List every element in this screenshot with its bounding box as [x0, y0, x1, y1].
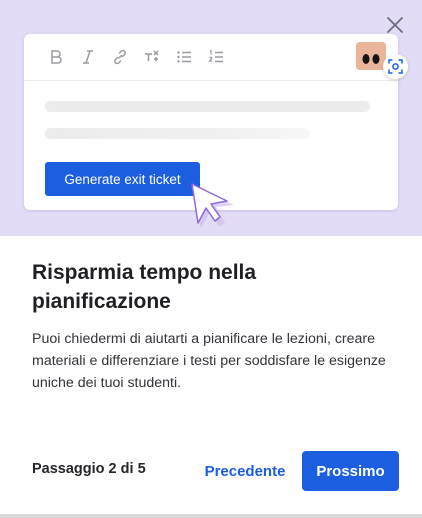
generate-exit-ticket-button[interactable]: Generate exit ticket	[45, 162, 200, 196]
close-button[interactable]	[384, 14, 406, 36]
placeholder-line	[45, 101, 370, 112]
step-indicator: Passaggio 2 di 5	[32, 461, 146, 477]
dialog-title: Risparmia tempo nella pianificazione	[32, 261, 257, 313]
generate-button-label: Generate exit ticket	[64, 171, 181, 187]
link-icon	[110, 47, 130, 67]
hero-illustration: Generate exit ticket	[0, 0, 422, 236]
screen-capture-icon	[388, 59, 403, 74]
pointer-cursor-icon	[189, 183, 235, 233]
close-icon	[386, 16, 404, 34]
bulleted-list-icon	[174, 47, 194, 67]
bold-icon	[46, 47, 66, 67]
next-button[interactable]: Prossimo	[302, 451, 399, 491]
next-button-label: Prossimo	[316, 462, 385, 480]
numbered-list-icon	[206, 47, 226, 67]
italic-icon	[78, 47, 98, 67]
dialog-bottom-border	[0, 514, 422, 518]
placeholder-line	[45, 128, 310, 139]
screen-capture-button[interactable]	[383, 54, 408, 79]
avatar	[356, 42, 386, 70]
dialog-description: Puoi chiedermi di aiutarti a pianificare…	[32, 331, 386, 391]
previous-button-label: Precedente	[204, 462, 286, 480]
previous-button[interactable]: Precedente	[199, 453, 291, 489]
editor-toolbar	[24, 34, 398, 81]
clear-formatting-icon	[142, 47, 162, 67]
onboarding-dialog: Generate exit ticket Risparmia tempo nel…	[0, 0, 422, 514]
